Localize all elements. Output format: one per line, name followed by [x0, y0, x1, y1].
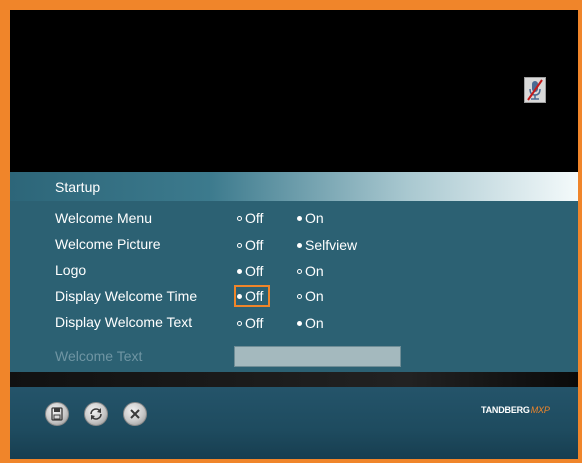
- radio-off-icon: [237, 242, 242, 248]
- radio-welcome-picture-off[interactable]: Off: [237, 235, 263, 255]
- close-icon: [124, 403, 146, 425]
- radio-off-icon: [237, 215, 242, 221]
- radio-off-icon: [297, 293, 302, 299]
- floppy-disk-icon: [46, 403, 68, 425]
- save-button[interactable]: [45, 402, 69, 426]
- radio-display-welcome-text-on[interactable]: On: [297, 313, 324, 333]
- row-label: Display Welcome Text: [55, 314, 193, 330]
- radio-on-icon: [297, 242, 302, 248]
- close-button[interactable]: [123, 402, 147, 426]
- radio-welcome-picture-selfview[interactable]: Selfview: [297, 235, 357, 255]
- row-label: Logo: [55, 262, 87, 278]
- radio-off-icon: [237, 320, 242, 326]
- radio-on-icon: [237, 268, 242, 274]
- menu-header: Startup: [10, 172, 578, 201]
- row-label: Display Welcome Time: [55, 288, 198, 304]
- startup-menu-panel: Startup Welcome Menu Off On Welcome Pict…: [10, 172, 578, 372]
- divider-bar: [10, 372, 578, 387]
- tv-frame: Startup Welcome Menu Off On Welcome Pict…: [0, 0, 582, 463]
- radio-logo-on[interactable]: On: [297, 261, 324, 281]
- menu-title: Startup: [55, 179, 101, 195]
- radio-off-icon: [297, 268, 302, 274]
- radio-display-welcome-time-off[interactable]: Off: [237, 286, 263, 306]
- brand-logo: TANDBERGMXP: [481, 405, 550, 415]
- refresh-button[interactable]: [84, 402, 108, 426]
- radio-display-welcome-time-on[interactable]: On: [297, 286, 324, 306]
- radio-on-icon: [297, 320, 302, 326]
- welcome-text-input[interactable]: [234, 346, 401, 367]
- radio-on-icon: [237, 293, 242, 299]
- microphone-muted-icon: [524, 77, 546, 103]
- bottom-toolbar: [10, 387, 578, 459]
- radio-welcome-menu-on[interactable]: On: [297, 208, 324, 228]
- row-label-disabled: Welcome Text: [55, 348, 143, 364]
- radio-welcome-menu-off[interactable]: Off: [237, 208, 263, 228]
- radio-logo-off[interactable]: Off: [237, 261, 263, 281]
- row-label: Welcome Picture: [55, 236, 161, 252]
- row-label: Welcome Menu: [55, 210, 153, 226]
- radio-on-icon: [297, 215, 302, 221]
- refresh-icon: [85, 403, 107, 425]
- screen: Startup Welcome Menu Off On Welcome Pict…: [10, 10, 578, 459]
- radio-display-welcome-text-off[interactable]: Off: [237, 313, 263, 333]
